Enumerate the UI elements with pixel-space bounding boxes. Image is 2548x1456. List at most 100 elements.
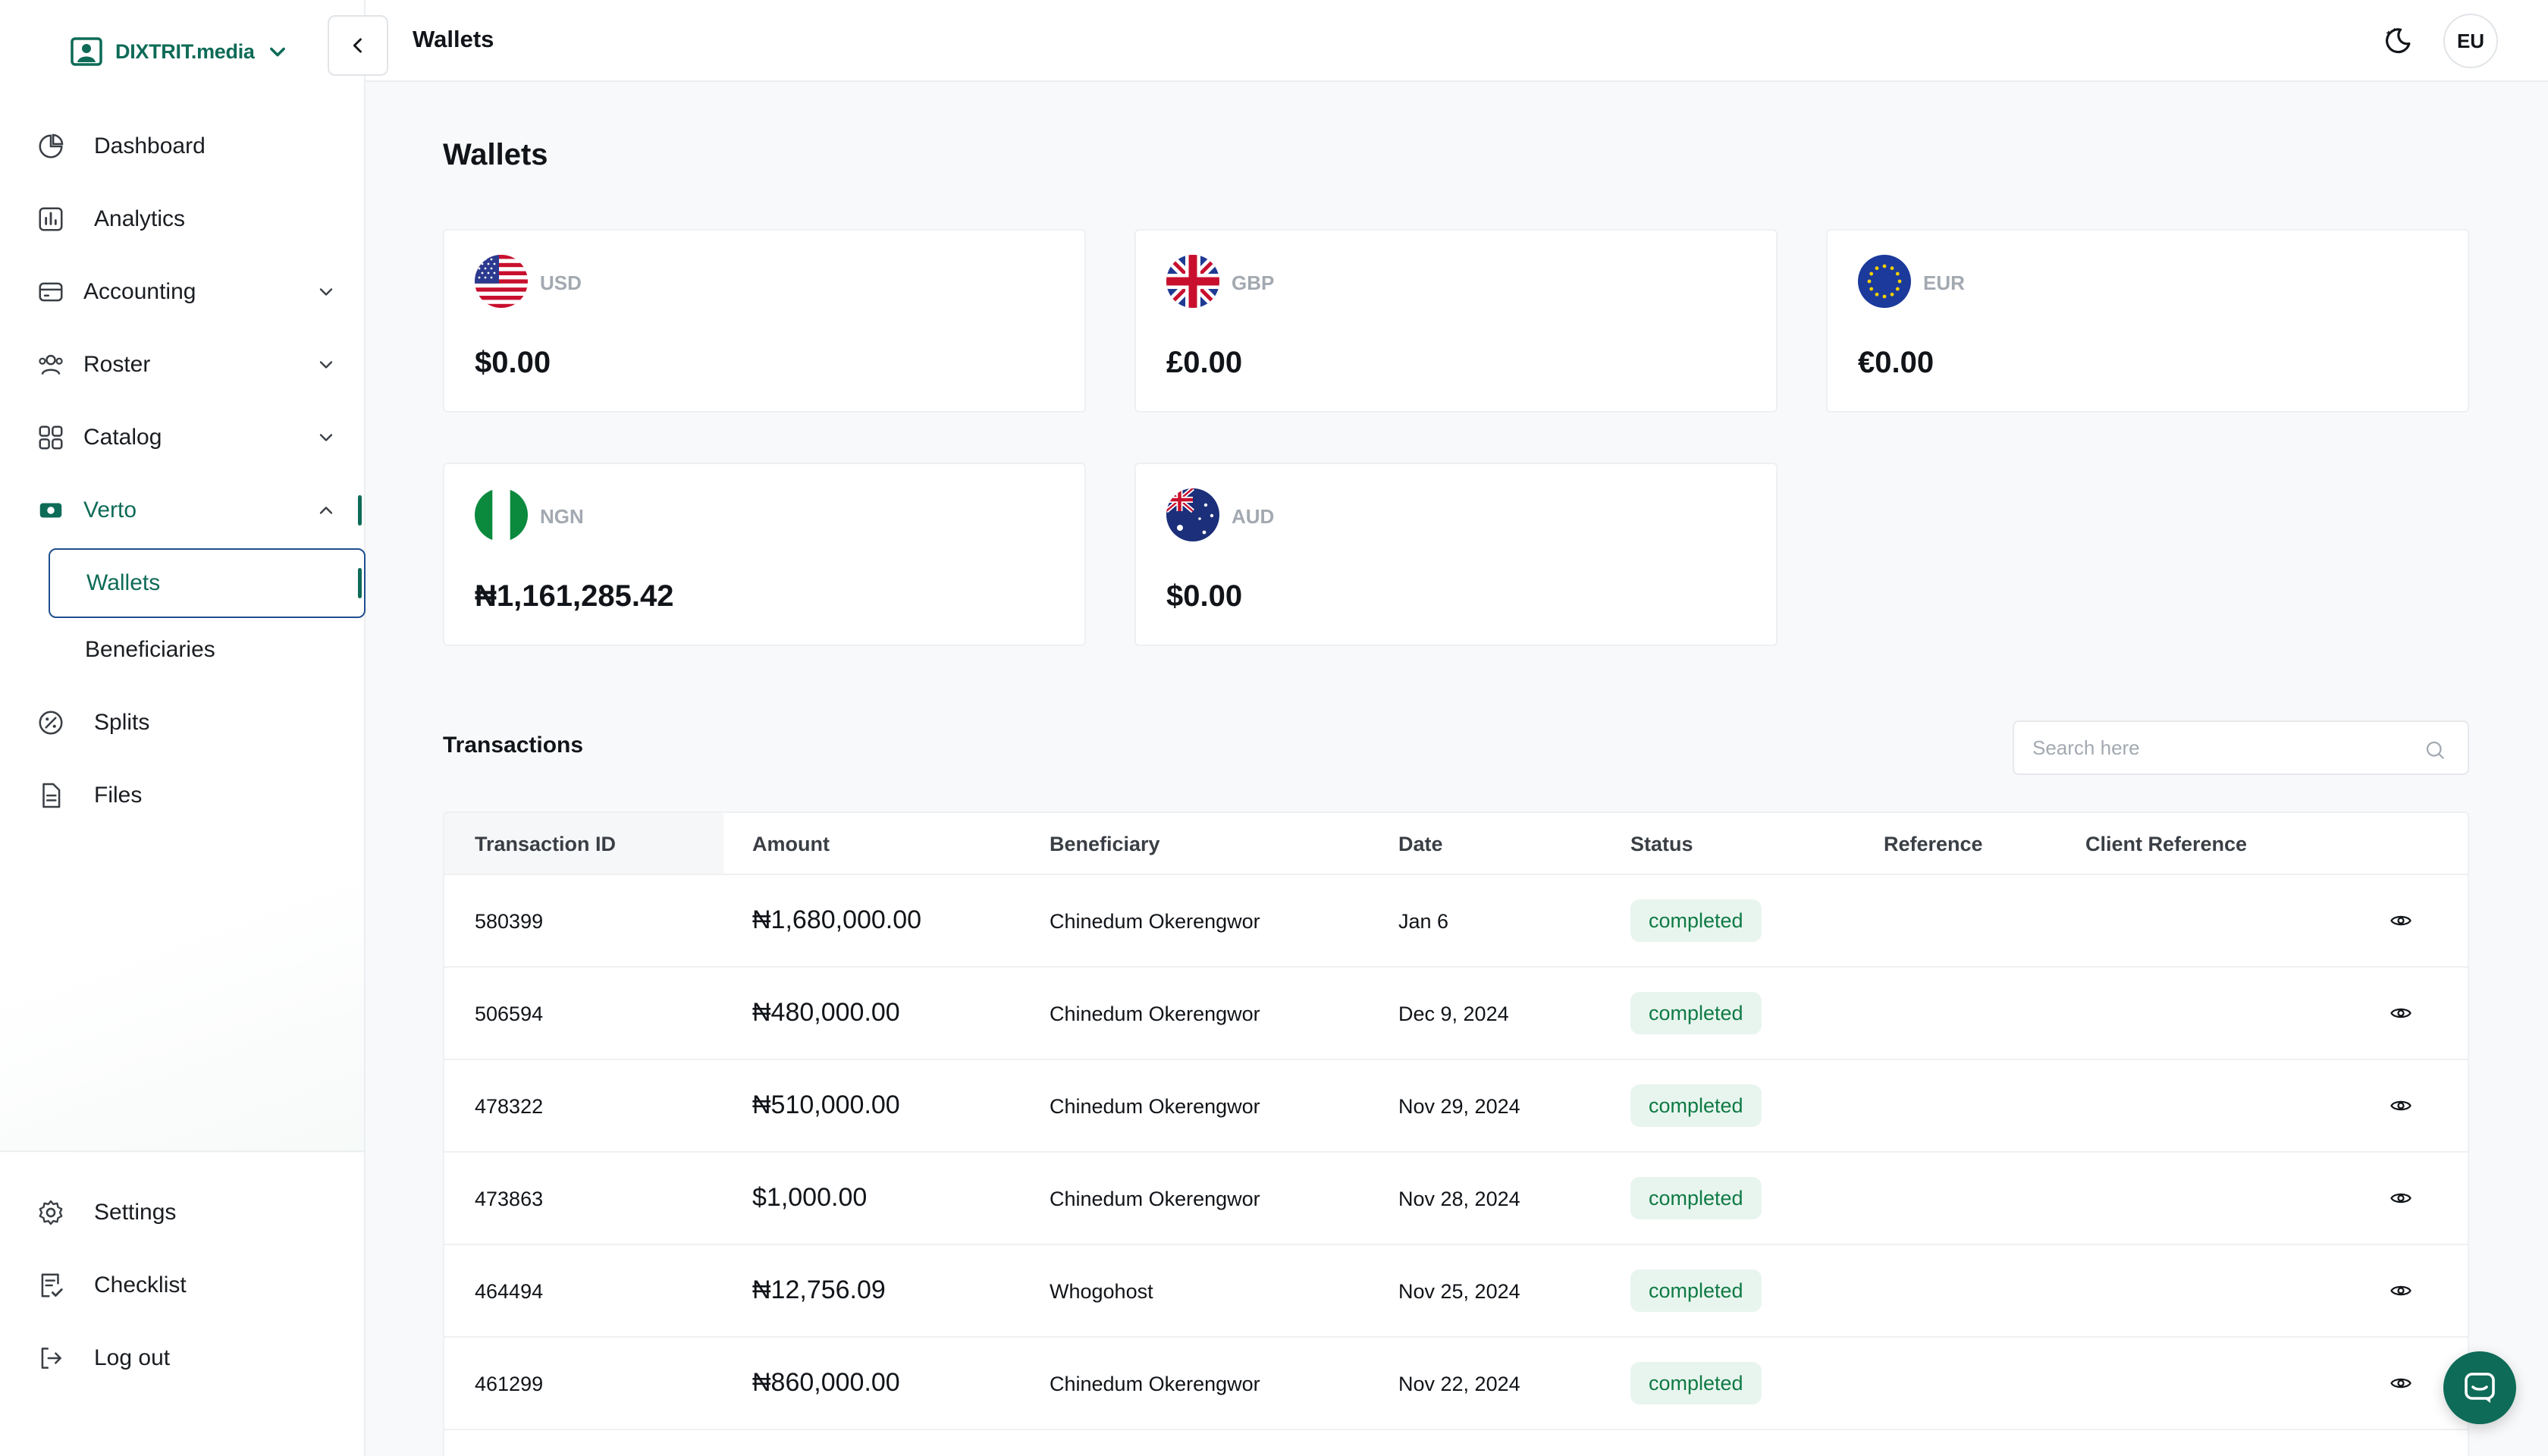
view-transaction-button[interactable]: [2386, 1276, 2416, 1306]
wallet-balance: €0.00: [1858, 346, 1935, 379]
view-transaction-button[interactable]: [2386, 998, 2416, 1028]
chevron-up-icon: [319, 507, 333, 514]
status-badge: completed: [1630, 1362, 1762, 1404]
sidebar-item-verto[interactable]: Verto: [35, 488, 350, 533]
transaction-id: 478322: [475, 1095, 544, 1118]
transaction-beneficiary: Chinedum Okerengwor: [1050, 910, 1260, 933]
transaction-amount: ₦860,000.00: [752, 1368, 900, 1397]
transaction-date: Nov 28, 2024: [1398, 1188, 1520, 1210]
chevron-left-icon: [353, 38, 362, 53]
support-chat-button[interactable]: [2443, 1351, 2516, 1424]
table-row[interactable]: 464494 ₦12,756.09 Whogohost Nov 25, 2024…: [444, 1245, 2468, 1338]
top-bar: [366, 0, 2548, 82]
view-transaction-button[interactable]: [2386, 1183, 2416, 1213]
view-transaction-button[interactable]: [2386, 905, 2416, 936]
sidebar-subitem-label: Wallets: [86, 570, 161, 595]
table-row[interactable]: 506594 ₦480,000.00 Chinedum Okerengwor D…: [444, 968, 2468, 1060]
user-avatar[interactable]: EU: [2443, 14, 2498, 68]
catalog-icon: [35, 422, 67, 453]
theme-toggle-button[interactable]: [2380, 23, 2416, 59]
eye-icon: [2390, 1008, 2412, 1018]
transaction-amount: $1,000.00: [752, 1183, 868, 1212]
splits-icon: [35, 707, 67, 739]
transaction-id: 464494: [475, 1280, 544, 1303]
sidebar-item-roster[interactable]: Roster: [35, 342, 350, 388]
sidebar-item-accounting[interactable]: Accounting: [35, 269, 350, 315]
chat-icon: [2465, 1373, 2495, 1403]
column-header-transaction-id[interactable]: Transaction ID: [475, 833, 616, 856]
transactions-table: Transaction ID Amount Beneficiary Date S…: [443, 811, 2469, 1456]
table-row[interactable]: 461299 ₦860,000.00 Chinedum Okerengwor N…: [444, 1338, 2468, 1430]
wallet-card-aud[interactable]: AUD $0.00: [1134, 463, 1778, 646]
table-row[interactable]: 478322 ₦510,000.00 Chinedum Okerengwor N…: [444, 1060, 2468, 1153]
search-input[interactable]: [2032, 722, 2412, 774]
wallet-card-gbp[interactable]: GBP £0.00: [1134, 229, 1778, 413]
transaction-id: 461299: [475, 1373, 544, 1395]
gear-icon: [35, 1197, 67, 1228]
transaction-date: Nov 29, 2024: [1398, 1095, 1520, 1118]
wallet-balance: ₦1,161,285.42: [475, 579, 674, 613]
workspace-switcher[interactable]: DIXTRIT.media: [70, 33, 288, 70]
files-icon: [35, 780, 67, 811]
chevron-down-icon: [269, 47, 285, 57]
workspace-name: DIXTRIT.media: [115, 39, 255, 63]
transaction-amount: ₦480,000.00: [752, 998, 900, 1027]
active-section-indicator: [358, 495, 362, 526]
table-row[interactable]: 473863 $1,000.00 Chinedum Okerengwor Nov…: [444, 1153, 2468, 1245]
verto-icon: [35, 494, 67, 526]
accounting-icon: [35, 276, 67, 308]
wallet-card-ngn[interactable]: NGN ₦1,161,285.42: [443, 463, 1086, 646]
eye-icon: [2390, 1100, 2412, 1111]
transactions-search: [2013, 720, 2469, 775]
sidebar-item-analytics[interactable]: Analytics: [35, 196, 350, 242]
sidebar-item-label: Checklist: [94, 1272, 187, 1298]
column-header-status[interactable]: Status: [1630, 833, 1693, 856]
transaction-beneficiary: Chinedum Okerengwor: [1050, 1188, 1260, 1210]
eye-icon: [2390, 1285, 2412, 1296]
view-transaction-button[interactable]: [2386, 1090, 2416, 1121]
sidebar-item-splits[interactable]: Splits: [35, 700, 350, 745]
sidebar-subitem-wallets[interactable]: Wallets: [49, 548, 366, 618]
sidebar-item-label: Dashboard: [94, 133, 206, 158]
sidebar-divider: [0, 1150, 366, 1152]
wallet-currency: GBP: [1232, 271, 1275, 294]
sidebar-item-catalog[interactable]: Catalog: [35, 415, 350, 460]
topbar-title: Wallets: [413, 26, 494, 52]
sidebar-item-label: Files: [94, 783, 143, 808]
view-transaction-button[interactable]: [2386, 1368, 2416, 1398]
wallet-card-usd[interactable]: USD $0.00: [443, 229, 1086, 413]
sidebar-subitem-label: Beneficiaries: [85, 637, 215, 662]
column-header-beneficiary[interactable]: Beneficiary: [1050, 833, 1160, 856]
table-row[interactable]: 580399 ₦1,680,000.00 Chinedum Okerengwor…: [444, 875, 2468, 968]
sidebar-subitem-beneficiaries[interactable]: Beneficiaries: [49, 616, 366, 684]
ng-flag-icon: [475, 488, 528, 541]
roster-icon: [35, 349, 67, 381]
collapse-sidebar-button[interactable]: [328, 15, 388, 76]
sidebar-item-dashboard[interactable]: Dashboard: [35, 124, 350, 169]
sidebar-item-files[interactable]: Files: [35, 773, 350, 818]
transaction-date: Nov 25, 2024: [1398, 1280, 1520, 1303]
sidebar-item-logout[interactable]: Log out: [35, 1335, 350, 1381]
eye-icon: [2390, 1378, 2412, 1389]
sidebar-item-label: Catalog: [83, 425, 162, 450]
transaction-id: 580399: [475, 910, 544, 933]
transaction-amount: ₦1,680,000.00: [752, 905, 922, 934]
sidebar-item-label: Verto: [83, 497, 137, 522]
column-header-date[interactable]: Date: [1398, 833, 1443, 856]
column-header-client-reference[interactable]: Client Reference: [2085, 833, 2247, 856]
eye-icon: [2390, 915, 2412, 926]
sidebar-item-label: Log out: [94, 1345, 171, 1370]
wallet-balance: $0.00: [1166, 579, 1243, 613]
wallet-currency: AUD: [1232, 505, 1275, 528]
column-header-amount[interactable]: Amount: [752, 833, 830, 856]
eu-flag-icon: [1858, 255, 1911, 308]
sidebar-item-checklist[interactable]: Checklist: [35, 1263, 350, 1308]
analytics-icon: [35, 203, 67, 235]
wallet-card-eur[interactable]: EUR €0.00: [1826, 229, 2469, 413]
chevron-down-icon: [319, 288, 333, 296]
sidebar-background-decoration: [0, 796, 366, 1153]
sidebar-item-settings[interactable]: Settings: [35, 1190, 350, 1235]
wallet-currency: USD: [540, 271, 582, 294]
column-header-reference[interactable]: Reference: [1884, 833, 1983, 856]
workspace-logo-icon: [71, 37, 102, 66]
